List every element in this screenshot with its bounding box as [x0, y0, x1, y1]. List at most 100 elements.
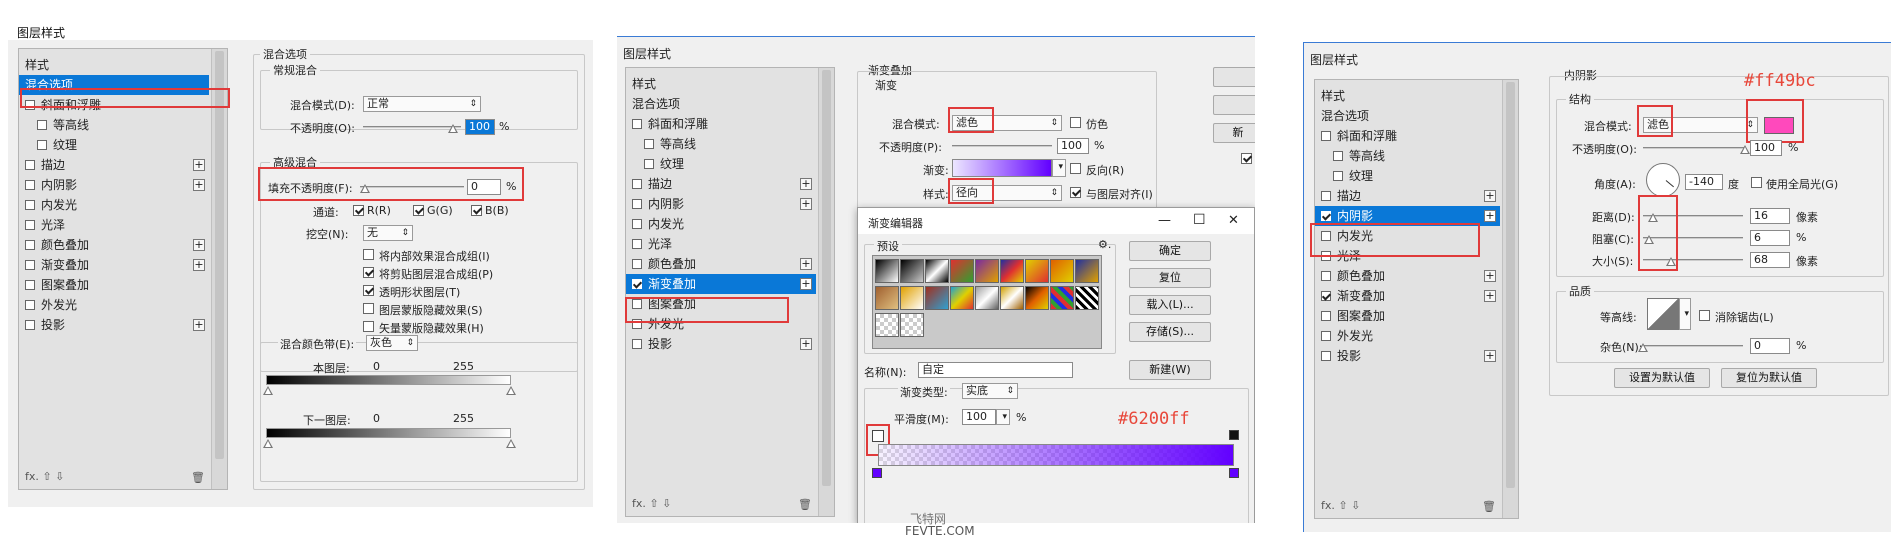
panel1-under-layer-black-handle[interactable]	[263, 439, 273, 448]
panel3-style-item[interactable]: 图案叠加	[1315, 306, 1500, 326]
panel3-style-checkbox[interactable]	[1321, 331, 1331, 341]
panel1-this-layer-black-handle[interactable]	[263, 386, 273, 395]
panel2-style-checkbox[interactable]	[632, 339, 642, 349]
plus-icon[interactable]: +	[800, 338, 812, 350]
panel2-new-style-button[interactable]: 新	[1213, 123, 1255, 143]
panel3-style-checkbox[interactable]	[1321, 131, 1331, 141]
panel2-reverse-checkbox[interactable]	[1070, 163, 1081, 174]
gradient-preset-swatch[interactable]	[925, 259, 949, 283]
panel2-style-checkbox[interactable]	[632, 219, 642, 229]
gradient-preset-swatch[interactable]	[1075, 286, 1099, 310]
panel1-style-checkbox[interactable]	[25, 160, 35, 170]
panel3-style-checkbox[interactable]	[1321, 271, 1331, 281]
panel3-noise-input[interactable]: 0	[1750, 338, 1790, 354]
gradient-opacity-stop-right[interactable]	[1229, 430, 1239, 440]
panel1-option-checkbox[interactable]	[363, 267, 374, 278]
gradient-name-input[interactable]: 自定	[918, 362, 1073, 378]
panel1-style-item[interactable]: 等高线	[19, 115, 209, 135]
panel1-this-layer-gradient[interactable]	[266, 375, 511, 385]
panel1-option-checkbox[interactable]	[363, 303, 374, 314]
panel3-style-item[interactable]: 等高线	[1315, 146, 1500, 166]
plus-icon[interactable]: +	[193, 179, 205, 191]
panel2-style-item[interactable]: 光泽	[626, 234, 816, 254]
panel3-size-input[interactable]: 68	[1750, 252, 1790, 268]
panel3-choke-input[interactable]: 6	[1750, 230, 1790, 246]
panel1-this-layer-white-handle[interactable]	[506, 386, 516, 395]
panel1-style-checkbox[interactable]	[25, 220, 35, 230]
close-icon[interactable]: ✕	[1228, 213, 1239, 228]
gradient-preset-swatch[interactable]	[875, 259, 899, 283]
panel1-channel-b-checkbox[interactable]	[471, 205, 482, 216]
panel2-style-item[interactable]: 内阴影 +	[626, 194, 816, 214]
gradient-ok-button[interactable]: 确定	[1129, 241, 1211, 261]
panel2-gradient-dropdown[interactable]: ▾	[1052, 159, 1066, 177]
panel1-style-item[interactable]: 纹理	[19, 135, 209, 155]
panel3-style-item[interactable]: 投影 +	[1315, 346, 1500, 366]
panel3-style-checkbox[interactable]	[1321, 291, 1331, 301]
panel3-style-item[interactable]: 混合选项	[1315, 106, 1500, 126]
maximize-icon[interactable]: ☐	[1193, 212, 1206, 228]
panel2-style-item[interactable]: 描边 +	[626, 174, 816, 194]
panel1-blend-mode-select[interactable]: 正常 ⇕	[363, 96, 481, 112]
gradient-preset-swatch[interactable]	[1025, 286, 1049, 310]
panel3-style-checkbox[interactable]	[1321, 191, 1331, 201]
panel2-style-checkbox[interactable]	[632, 119, 642, 129]
panel1-knockout-select[interactable]: 无 ⇕	[363, 225, 413, 241]
panel2-opacity-input[interactable]: 100	[1057, 138, 1089, 154]
plus-icon[interactable]: +	[800, 258, 812, 270]
panel1-style-item[interactable]: 内发光	[19, 195, 209, 215]
panel2-side-button-1[interactable]	[1213, 67, 1255, 87]
gradient-preset-swatch[interactable]	[950, 259, 974, 283]
plus-icon[interactable]: +	[193, 239, 205, 251]
panel3-antialias-checkbox[interactable]	[1699, 310, 1710, 321]
panel2-fx-toolbar[interactable]: fx. ⇧ ⇩	[632, 497, 671, 510]
plus-icon[interactable]: +	[1484, 210, 1496, 222]
gradient-preset-swatch[interactable]	[875, 286, 899, 310]
panel3-style-item[interactable]: 渐变叠加 +	[1315, 286, 1500, 306]
panel1-blend-if-select[interactable]: 灰色 ⇕	[366, 335, 418, 351]
panel2-style-item[interactable]: 投影 +	[626, 334, 816, 354]
panel2-style-item[interactable]: 颜色叠加 +	[626, 254, 816, 274]
panel3-contour-dropdown[interactable]: ▾	[1679, 298, 1691, 330]
panel1-style-checkbox[interactable]	[25, 300, 35, 310]
panel1-style-item[interactable]: 外发光	[19, 295, 209, 315]
panel1-style-item[interactable]: 样式	[19, 55, 209, 75]
panel3-distance-input[interactable]: 16	[1750, 208, 1790, 224]
gradient-preset-swatch[interactable]	[900, 313, 924, 337]
gradient-preset-swatch[interactable]	[1075, 259, 1099, 283]
panel3-global-light-checkbox[interactable]	[1751, 177, 1762, 188]
plus-icon[interactable]: +	[1484, 270, 1496, 282]
panel2-style-checkbox[interactable]	[644, 139, 654, 149]
panel3-style-item[interactable]: 颜色叠加 +	[1315, 266, 1500, 286]
panel2-style-item[interactable]: 内发光	[626, 214, 816, 234]
panel2-dither-checkbox[interactable]	[1070, 117, 1081, 128]
panel2-style-item[interactable]: 混合选项	[626, 94, 816, 114]
panel3-style-item[interactable]: 描边 +	[1315, 186, 1500, 206]
panel1-style-checkbox[interactable]	[25, 260, 35, 270]
gradient-new-button[interactable]: 新建(W)	[1129, 360, 1211, 380]
panel3-noise-slider[interactable]	[1643, 345, 1743, 347]
panel1-style-item[interactable]: 光泽	[19, 215, 209, 235]
gradient-preset-swatch[interactable]	[900, 286, 924, 310]
panel3-reset-default-button[interactable]: 复位为默认值	[1721, 368, 1817, 388]
panel3-angle-input[interactable]: -140	[1685, 174, 1723, 190]
panel3-styles-scrollbar[interactable]	[1502, 80, 1518, 518]
panel1-fx-toolbar[interactable]: fx. ⇧ ⇩	[25, 470, 64, 483]
panel2-style-checkbox[interactable]	[632, 179, 642, 189]
trash-icon[interactable]: 🗑	[191, 471, 205, 484]
panel1-style-checkbox[interactable]	[25, 280, 35, 290]
plus-icon[interactable]: +	[1484, 190, 1496, 202]
plus-icon[interactable]: +	[193, 319, 205, 331]
gradient-preset-swatch[interactable]	[925, 286, 949, 310]
panel2-style-checkbox[interactable]	[632, 259, 642, 269]
panel1-style-item[interactable]: 内阴影 +	[19, 175, 209, 195]
panel1-option-checkbox[interactable]	[363, 321, 374, 332]
panel2-side-button-2[interactable]	[1213, 95, 1255, 115]
panel3-make-default-button[interactable]: 设置为默认值	[1614, 368, 1710, 388]
gradient-preset-swatch[interactable]	[975, 259, 999, 283]
panel3-style-checkbox[interactable]	[1321, 351, 1331, 361]
gradient-type-select[interactable]: 实底 ⇕	[962, 383, 1018, 399]
panel1-under-layer-white-handle[interactable]	[506, 439, 516, 448]
panel2-style-item[interactable]: 等高线	[626, 134, 816, 154]
panel3-style-item[interactable]: 纹理	[1315, 166, 1500, 186]
